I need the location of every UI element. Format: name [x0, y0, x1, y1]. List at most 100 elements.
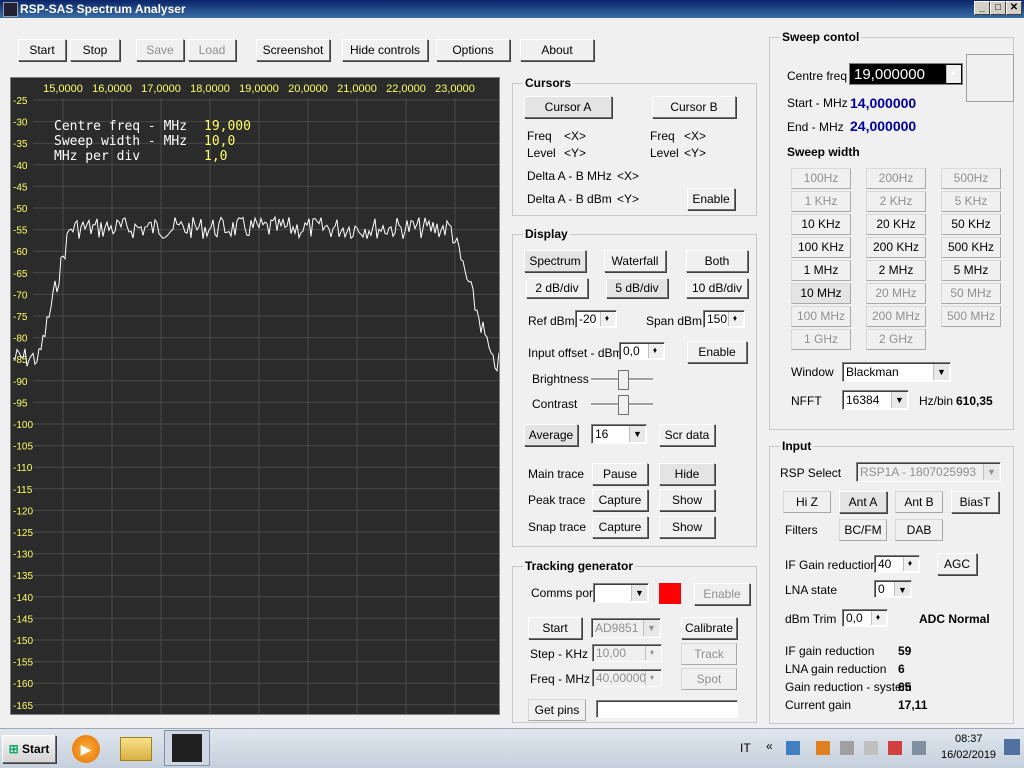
options-button[interactable]: Options: [436, 39, 510, 61]
window-dropdown-arrow[interactable]: ▼: [933, 364, 949, 380]
sweep-width-100-khz-button[interactable]: 100 KHz: [791, 237, 851, 258]
input-offset-spin-arrows[interactable]: [648, 343, 663, 359]
10db-div-button[interactable]: 10 dB/div: [686, 278, 748, 298]
taskbar-app-rsp-sas[interactable]: [164, 730, 210, 766]
brightness-slider[interactable]: [591, 369, 653, 390]
freq-mhz-spinner[interactable]: 40,000000: [592, 669, 662, 687]
if-gain-spin-arrows[interactable]: [903, 556, 918, 572]
tray-network-icon[interactable]: [786, 741, 800, 755]
tray-expand-icon[interactable]: «: [766, 739, 773, 753]
file-explorer-icon[interactable]: [120, 737, 152, 761]
sweep-width-5-mhz-button[interactable]: 5 MHz: [941, 260, 1001, 281]
ant-a-button[interactable]: Ant A: [839, 491, 887, 513]
sweep-width-200-khz-button[interactable]: 200 KHz: [866, 237, 926, 258]
contrast-slider[interactable]: [591, 394, 653, 415]
calibrate-button[interactable]: Calibrate: [681, 617, 737, 639]
step-khz-spin-arrows[interactable]: [645, 645, 660, 661]
bias-t-button[interactable]: BiasT: [951, 491, 999, 513]
sweep-width-200-mhz-button[interactable]: 200 MHz: [866, 306, 926, 327]
sweep-width-2-ghz-button[interactable]: 2 GHz: [866, 329, 926, 350]
hi-z-button[interactable]: Hi Z: [783, 491, 831, 513]
window-select[interactable]: Blackman ▼: [842, 362, 951, 382]
both-mode-button[interactable]: Both: [686, 250, 748, 272]
media-player-icon[interactable]: ▶: [72, 735, 100, 763]
main-trace-pause-button[interactable]: Pause: [592, 463, 648, 485]
track-button[interactable]: Track: [681, 643, 737, 665]
rsp-dropdown-arrow[interactable]: ▼: [983, 464, 999, 480]
snap-trace-capture-button[interactable]: Capture: [592, 516, 648, 538]
show-desktop-icon[interactable]: [1004, 739, 1020, 755]
tracking-start-button[interactable]: Start: [528, 617, 582, 639]
dbm-trim-spin-arrows[interactable]: [871, 610, 886, 626]
input-offset-spinner[interactable]: 0,0: [619, 342, 665, 360]
close-button[interactable]: ✕: [1006, 1, 1022, 15]
contrast-thumb[interactable]: [618, 395, 629, 415]
sweep-width-2-khz-button[interactable]: 2 KHz: [866, 191, 926, 212]
device-dropdown-arrow[interactable]: ▼: [643, 620, 659, 636]
sweep-width-10-mhz-button[interactable]: 10 MHz: [791, 283, 851, 304]
stop-button[interactable]: Stop: [70, 39, 120, 61]
tray-security-icon[interactable]: [888, 741, 902, 755]
comms-port-select[interactable]: ▼: [593, 583, 649, 603]
sweep-width-500hz-button[interactable]: 500Hz: [941, 168, 1001, 189]
sweep-width-1-khz-button[interactable]: 1 KHz: [791, 191, 851, 212]
sweep-width-50-mhz-button[interactable]: 50 MHz: [941, 283, 1001, 304]
spectrum-mode-button[interactable]: Spectrum: [524, 250, 586, 272]
dbm-trim-spinner[interactable]: 0,0: [842, 609, 888, 627]
hide-controls-button[interactable]: Hide controls: [342, 39, 428, 61]
spectrum-display[interactable]: 15,0000 16,0000 17,0000 18,0000 19,0000 20,00…: [10, 77, 500, 715]
sweep-width-100hz-button[interactable]: 100Hz: [791, 168, 851, 189]
5db-div-button[interactable]: 5 dB/div: [606, 278, 668, 298]
waterfall-mode-button[interactable]: Waterfall: [604, 250, 666, 272]
spot-button[interactable]: Spot: [681, 668, 737, 690]
centre-freq-spin-arrows[interactable]: [946, 63, 961, 85]
bc-fm-button[interactable]: BC/FM: [839, 519, 887, 541]
cursor-b-button[interactable]: Cursor B: [652, 96, 736, 118]
brightness-thumb[interactable]: [618, 370, 629, 390]
load-button[interactable]: Load: [188, 39, 236, 61]
sweep-width-100-mhz-button[interactable]: 100 MHz: [791, 306, 851, 327]
save-button[interactable]: Save: [136, 39, 184, 61]
tray-volume-icon[interactable]: [864, 741, 878, 755]
input-offset-enable-button[interactable]: Enable: [687, 341, 747, 363]
span-dbm-spinner[interactable]: 150: [703, 310, 745, 328]
sweep-width-20-mhz-button[interactable]: 20 MHz: [866, 283, 926, 304]
sweep-width-500-khz-button[interactable]: 500 KHz: [941, 237, 1001, 258]
start-button[interactable]: Start: [18, 39, 66, 61]
tray-device-icon[interactable]: [840, 741, 854, 755]
average-dropdown-arrow[interactable]: ▼: [629, 426, 645, 442]
nfft-dropdown-arrow[interactable]: ▼: [891, 392, 907, 408]
peak-trace-capture-button[interactable]: Capture: [592, 489, 648, 511]
lna-state-select[interactable]: 0 ▼: [874, 580, 912, 598]
scr-data-button[interactable]: Scr data: [659, 424, 715, 446]
snap-trace-show-button[interactable]: Show: [659, 516, 715, 538]
clock-date[interactable]: 16/02/2019: [941, 749, 996, 761]
agc-button[interactable]: AGC: [937, 553, 977, 575]
span-dbm-spin-arrows[interactable]: [728, 311, 743, 327]
clock-time[interactable]: 08:37: [955, 733, 983, 745]
sweep-width-20-khz-button[interactable]: 20 KHz: [866, 214, 926, 235]
if-gain-spinner[interactable]: 40: [874, 555, 920, 573]
get-pins-button[interactable]: Get pins: [528, 699, 586, 721]
lna-state-dropdown-arrow[interactable]: ▼: [894, 582, 910, 596]
average-button[interactable]: Average: [524, 424, 578, 446]
rsp-select[interactable]: RSP1A - 1807025993 ▼: [856, 462, 1001, 482]
sweep-width-50-khz-button[interactable]: 50 KHz: [941, 214, 1001, 235]
sweep-width-2-mhz-button[interactable]: 2 MHz: [866, 260, 926, 281]
sweep-width-1-ghz-button[interactable]: 1 GHz: [791, 329, 851, 350]
tray-update-icon[interactable]: [816, 741, 830, 755]
step-khz-spinner[interactable]: 10,00: [592, 644, 662, 662]
2db-div-button[interactable]: 2 dB/div: [526, 278, 588, 298]
sweep-width-10-khz-button[interactable]: 10 KHz: [791, 214, 851, 235]
about-button[interactable]: About: [520, 39, 594, 61]
tracking-enable-button[interactable]: Enable: [694, 583, 750, 605]
start-menu-button[interactable]: ⊞ Start: [2, 735, 56, 763]
comms-port-dropdown-arrow[interactable]: ▼: [631, 585, 647, 601]
sweep-width-200hz-button[interactable]: 200Hz: [866, 168, 926, 189]
centre-freq-spinner[interactable]: 19,000000: [849, 63, 963, 85]
sweep-width-1-mhz-button[interactable]: 1 MHz: [791, 260, 851, 281]
sweep-width-500-mhz-button[interactable]: 500 MHz: [941, 306, 1001, 327]
dab-button[interactable]: DAB: [895, 519, 943, 541]
tray-display-icon[interactable]: [912, 741, 926, 755]
cursor-enable-button[interactable]: Enable: [687, 188, 735, 210]
